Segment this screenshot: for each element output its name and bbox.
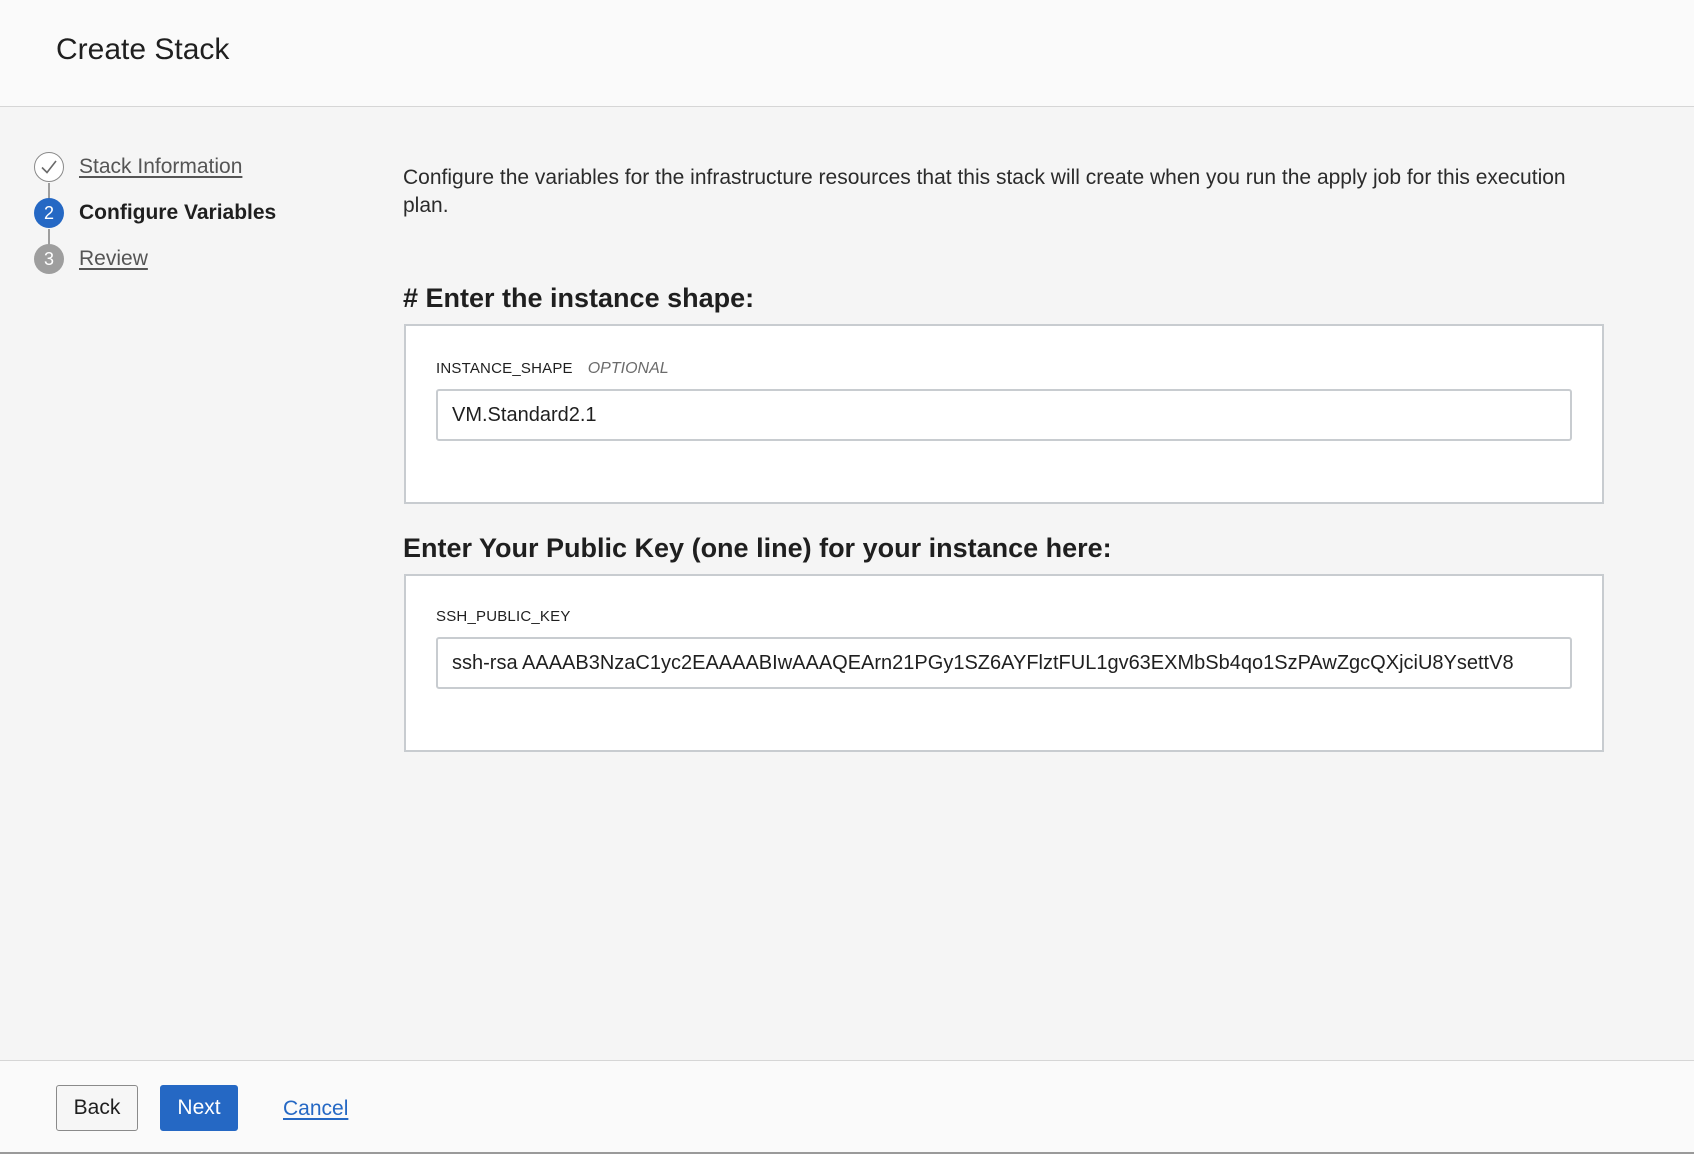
step-label-review[interactable]: Review <box>79 247 148 271</box>
step-configure-variables: 2 Configure Variables <box>34 198 276 228</box>
step-stack-information[interactable]: Stack Information <box>34 152 242 182</box>
ssh-public-key-input[interactable] <box>436 637 1572 689</box>
variable-name: SSH_PUBLIC_KEY <box>436 608 571 625</box>
section-title-instance-shape: # Enter the instance shape: <box>403 283 755 313</box>
page-title: Create Stack <box>56 33 230 66</box>
next-button[interactable]: Next <box>160 1085 238 1131</box>
step-label-stack-information[interactable]: Stack Information <box>79 155 242 179</box>
check-icon <box>34 152 64 182</box>
variable-name: INSTANCE_SHAPE <box>436 360 573 377</box>
variable-group-ssh-public-key: SSH_PUBLIC_KEY <box>404 574 1604 752</box>
page-footer: Back Next Cancel <box>0 1060 1694 1154</box>
page-header: Create Stack <box>0 0 1694 107</box>
intro-text: Configure the variables for the infrastr… <box>403 166 1566 217</box>
step-review[interactable]: 3 Review <box>34 244 148 274</box>
step-label-configure-variables: Configure Variables <box>79 201 277 224</box>
step-number-badge: 2 <box>34 198 64 228</box>
variable-label-row: SSH_PUBLIC_KEY <box>436 608 571 625</box>
back-button[interactable]: Back <box>56 1085 138 1131</box>
instance-shape-input[interactable] <box>436 389 1572 441</box>
optional-tag: OPTIONAL <box>587 360 669 377</box>
variable-label-row: INSTANCE_SHAPE OPTIONAL <box>436 360 669 378</box>
section-title-public-key: Enter Your Public Key (one line) for you… <box>403 533 1112 563</box>
cancel-link[interactable]: Cancel <box>283 1097 348 1121</box>
step-connector <box>48 229 50 245</box>
step-number-badge: 3 <box>34 244 64 274</box>
variable-group-instance-shape: INSTANCE_SHAPE OPTIONAL <box>404 324 1604 504</box>
